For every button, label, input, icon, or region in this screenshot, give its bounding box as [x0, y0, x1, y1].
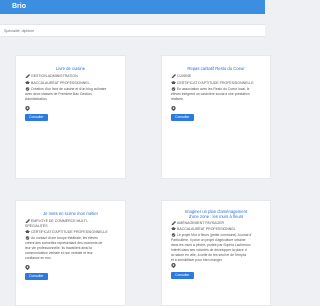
- check-circle-icon: [25, 87, 30, 91]
- project-title[interactable]: Je mets en scène mon métier: [16, 211, 125, 216]
- diploma-row: BACCALAURÉAT PROFESSIONNEL: [25, 81, 119, 86]
- graduation-cap-icon: [25, 81, 30, 85]
- project-title[interactable]: Livre de cuisine: [16, 66, 125, 71]
- wrench-icon: [25, 219, 30, 224]
- description-line: avec deux classes de Première Bac Gestio…: [25, 92, 93, 96]
- diploma-row: CERTIFICAT D'APTITUDE PROFESSIONNELLE: [171, 81, 264, 86]
- domain-row: EMPLOYÉ DE COMMERCE MULTI- SPÉCIALITÉS: [25, 219, 119, 228]
- map-pin-icon: [25, 106, 30, 111]
- description-line: communication verbale et non verbale et …: [25, 251, 93, 255]
- diploma-label: CERTIFICAT D'APTITUDE PROFESSIONNELLE: [31, 230, 108, 234]
- description-line: dans les murs à pêche, portée par Sophia…: [171, 243, 251, 247]
- check-circle-icon: [171, 87, 176, 91]
- description-line: En association avec les Resto du Coeur l…: [177, 87, 250, 91]
- filter-bar[interactable]: Spécialité, diplôme: [0, 24, 265, 37]
- diploma-label: BACCALAURÉAT PROFESSIONNEL: [31, 81, 90, 85]
- consult-button[interactable]: Consulter: [171, 272, 194, 279]
- description-line: Le projet Mur à fleurs (petite commune) …: [177, 233, 252, 237]
- domain-label: AMÉNAGEMENT PAYSAGER: [177, 221, 225, 225]
- specialty-filter-input[interactable]: Spécialité, diplôme: [4, 29, 34, 34]
- project-description: Le projet Mur à fleurs (petite commune) …: [171, 233, 265, 263]
- project-card: Imaginer un plan d'aménagement d'une zon…: [161, 200, 271, 306]
- domain-label: GESTION-ADMINISTRATION: [31, 74, 78, 78]
- description-line: et à sensibiliser pour bien manger: [171, 258, 222, 262]
- description-line: la nature en ville, à celle de tes seuil…: [171, 253, 247, 257]
- diploma-row: BACCALAURÉAT PROFESSIONNEL: [171, 227, 264, 232]
- project-card: Repas caritatif Resto du Coeur CUISINE C…: [161, 55, 271, 179]
- consult-button[interactable]: Consulter: [25, 114, 48, 121]
- project-card: Je mets en scène mon métier EMPLOYÉ DE C…: [15, 200, 126, 306]
- wrench-icon: [171, 221, 176, 226]
- wrench-icon: [171, 74, 176, 79]
- top-navigation-bar: Brio: [0, 0, 265, 14]
- domain-row: GESTION-ADMINISTRATION: [25, 74, 119, 79]
- domain-row: AMÉNAGEMENT PAYSAGER: [171, 221, 264, 226]
- check-circle-icon: [25, 236, 30, 240]
- description-line: confiance en eux.: [25, 256, 52, 260]
- graduation-cap-icon: [171, 81, 176, 85]
- consult-button[interactable]: Consulter: [171, 114, 194, 121]
- domain-label: CUISINE: [177, 74, 192, 78]
- map-pin-icon: [25, 265, 30, 270]
- diploma-label: CERTIFICAT D'APTITUDE PROFESSIONNELLE: [177, 81, 254, 85]
- description-line: leur vie professionnelle. Ils travaillen…: [25, 246, 92, 250]
- diploma-row: CERTIFICAT D'APTITUDE PROFESSIONNELLE: [25, 230, 119, 235]
- brand-logo[interactable]: Brio: [12, 3, 26, 11]
- domain-row: CUISINE: [171, 74, 264, 79]
- project-description: Au contact d'une troupe théâtrale, les é…: [25, 236, 120, 261]
- project-description: En association avec les Resto du Coeur l…: [171, 87, 265, 102]
- consult-button[interactable]: Consulter: [25, 273, 48, 280]
- map-pin-icon: [171, 263, 176, 268]
- graduation-cap-icon: [171, 227, 176, 231]
- project-title[interactable]: Repas caritatif Resto du Coeur: [162, 66, 270, 71]
- description-line: Au contact d'une troupe théâtrale, les é…: [31, 236, 98, 240]
- domain-label-line2: SPÉCIALITÉS: [25, 223, 48, 228]
- project-title[interactable]: Imaginer un plan d'aménagement d'une zon…: [162, 209, 270, 219]
- description-line: Création d'un livre de cuisine et d'un b…: [31, 87, 107, 91]
- project-description: Création d'un livre de cuisine et d'un b…: [25, 87, 120, 102]
- map-pin-icon: [171, 106, 176, 111]
- graduation-cap-icon: [25, 230, 30, 234]
- description-line: créent des scénettes représentant des mo…: [25, 241, 103, 245]
- project-card: Livre de cuisine GESTION-ADMINISTRATION …: [15, 55, 126, 179]
- domain-label: EMPLOYÉ DE COMMERCE MULTI-: [31, 219, 88, 223]
- project-title-line: d'une zone : les murs à fleurs: [188, 214, 244, 219]
- check-circle-icon: [171, 233, 176, 237]
- description-line: Administration.: [25, 97, 48, 101]
- description-line: réalisée.: [171, 97, 184, 101]
- description-line: Particulière. Il pose un projet d'agricu…: [171, 238, 246, 242]
- description-line: Intérêt dans ses volontés de développer …: [171, 248, 247, 252]
- wrench-icon: [25, 74, 30, 79]
- diploma-label: BACCALAURÉAT PROFESSIONNEL: [177, 227, 236, 231]
- description-line: élèves intègrent un caractère social à u…: [171, 92, 250, 96]
